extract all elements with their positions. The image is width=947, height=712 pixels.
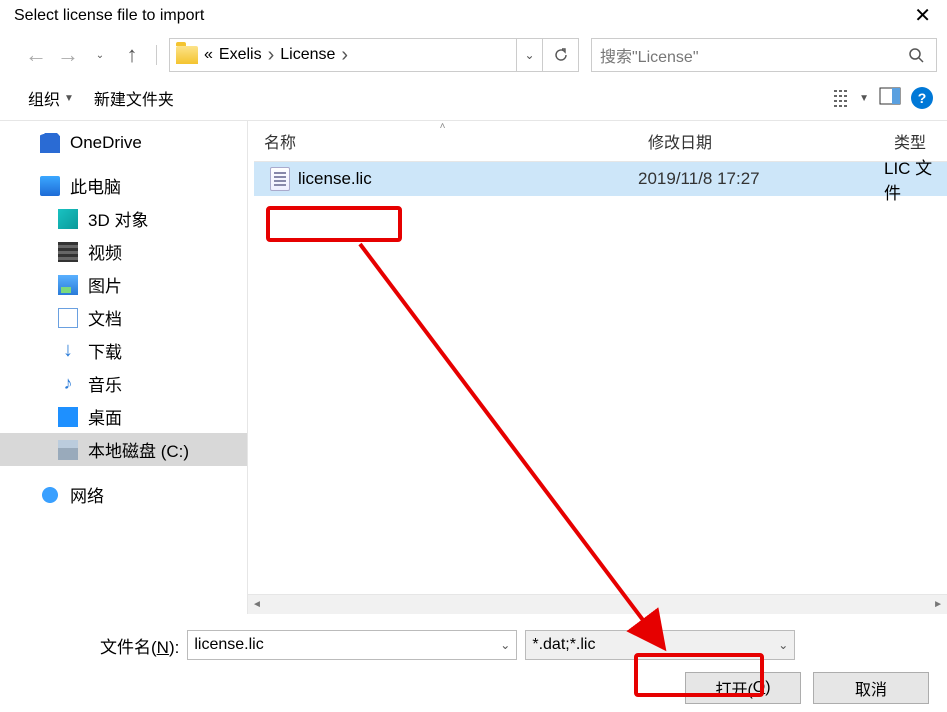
search-input[interactable]: 搜索"License" [591, 38, 937, 72]
refresh-icon[interactable] [542, 39, 578, 71]
music-icon: ♪ [58, 374, 78, 394]
button-row: 打开(O) 取消 [100, 672, 933, 704]
back-icon[interactable]: ← [24, 43, 48, 67]
new-folder-button[interactable]: 新建文件夹 [94, 86, 174, 110]
chevron-right-icon[interactable]: › [268, 45, 275, 65]
tree-downloads[interactable]: ↓下载 [0, 334, 247, 367]
film-icon [58, 242, 78, 262]
computer-icon [40, 176, 60, 196]
download-icon: ↓ [58, 341, 78, 361]
tree-pictures[interactable]: 图片 [0, 268, 247, 301]
chevron-down-icon[interactable]: ⌄ [778, 638, 788, 652]
scroll-left-icon[interactable]: ◄ [252, 599, 262, 610]
tree-network[interactable]: 网络 [0, 478, 247, 511]
open-file-dialog: Select license file to import ✕ ← → ⌄ ↑ … [0, 0, 947, 712]
drive-icon [58, 440, 78, 460]
file-name: license.lic [298, 169, 372, 189]
file-name-cell: license.lic [254, 167, 638, 191]
divider [156, 45, 157, 65]
desktop-icon [58, 407, 78, 427]
search-icon[interactable] [896, 39, 936, 71]
organize-button[interactable]: 组织▼ [28, 86, 74, 110]
titlebar: Select license file to import ✕ [0, 0, 947, 32]
file-list: 名称˄ 修改日期 类型 license.lic 2019/11/8 17:27 … [248, 121, 947, 614]
cube-icon [58, 209, 78, 229]
filter-value: *.dat;*.lic [532, 636, 595, 654]
chevron-down-icon: ▼ [64, 93, 74, 104]
breadcrumb[interactable]: « Exelis › License › [170, 45, 516, 65]
tree-desktop[interactable]: 桌面 [0, 400, 247, 433]
scroll-right-icon[interactable]: ► [933, 599, 943, 610]
tree-3d-objects[interactable]: 3D 对象 [0, 202, 247, 235]
tree-music[interactable]: ♪音乐 [0, 367, 247, 400]
filename-label: 文件名(N): [100, 633, 179, 658]
preview-pane-icon[interactable] [879, 87, 901, 110]
tree-videos[interactable]: 视频 [0, 235, 247, 268]
chevron-down-icon: ▼ [859, 93, 869, 104]
nav-tree[interactable]: OneDrive 此电脑 3D 对象 视频 图片 文档 ↓下载 ♪音乐 桌面 本… [0, 121, 248, 614]
file-icon [270, 167, 290, 191]
file-date: 2019/11/8 17:27 [638, 169, 884, 189]
tree-onedrive[interactable]: OneDrive [0, 129, 247, 157]
tree-local-disk-c[interactable]: 本地磁盘 (C:) [0, 433, 247, 466]
up-icon[interactable]: ↑ [120, 43, 144, 67]
column-name[interactable]: 名称˄ [254, 121, 638, 161]
horizontal-scrollbar[interactable]: ◄ ► [248, 594, 947, 614]
open-button[interactable]: 打开(O) [685, 672, 801, 704]
body: OneDrive 此电脑 3D 对象 视频 图片 文档 ↓下载 ♪音乐 桌面 本… [0, 121, 947, 614]
chevron-right-icon[interactable]: › [341, 45, 348, 65]
breadcrumb-exelis[interactable]: Exelis [219, 46, 262, 64]
search-placeholder: 搜索"License" [592, 43, 896, 67]
cancel-button[interactable]: 取消 [813, 672, 929, 704]
tree-this-pc[interactable]: 此电脑 [0, 169, 247, 202]
filename-value: license.lic [194, 636, 263, 654]
scroll-track[interactable] [266, 598, 929, 612]
chevron-down-icon[interactable]: ⌄ [500, 638, 510, 652]
dialog-title: Select license file to import [14, 7, 204, 25]
help-icon[interactable]: ? [911, 87, 933, 109]
filename-input[interactable]: license.lic ⌄ [187, 630, 517, 660]
tree-documents[interactable]: 文档 [0, 301, 247, 334]
picture-icon [58, 275, 78, 295]
navigation-bar: ← → ⌄ ↑ « Exelis › License › ⌄ 搜索"Licens… [0, 32, 947, 80]
bottom-panel: 文件名(N): license.lic ⌄ *.dat;*.lic ⌄ 打开(O… [0, 614, 947, 712]
close-icon[interactable]: ✕ [908, 6, 937, 26]
document-icon [58, 308, 78, 328]
breadcrumb-prefix: « [204, 46, 213, 64]
sort-asc-icon: ˄ [440, 121, 446, 132]
cloud-icon [40, 133, 60, 153]
column-date[interactable]: 修改日期 [638, 121, 884, 161]
view-details-icon[interactable]: ▼ [833, 89, 869, 107]
address-bar[interactable]: « Exelis › License › ⌄ [169, 38, 579, 72]
view-controls: ▼ ? [833, 87, 933, 110]
file-row[interactable]: license.lic 2019/11/8 17:27 LIC 文件 [254, 162, 947, 196]
history-dropdown-icon[interactable]: ⌄ [88, 43, 112, 67]
filename-row: 文件名(N): license.lic ⌄ *.dat;*.lic ⌄ [100, 630, 933, 660]
toolbar: 组织▼ 新建文件夹 ▼ ? [0, 80, 947, 121]
file-type-filter[interactable]: *.dat;*.lic ⌄ [525, 630, 795, 660]
address-dropdown-icon[interactable]: ⌄ [516, 39, 542, 71]
folder-icon [176, 46, 198, 64]
network-icon [40, 485, 60, 505]
column-headers[interactable]: 名称˄ 修改日期 类型 [254, 121, 947, 162]
breadcrumb-license[interactable]: License [280, 46, 335, 64]
forward-icon: → [56, 43, 80, 67]
